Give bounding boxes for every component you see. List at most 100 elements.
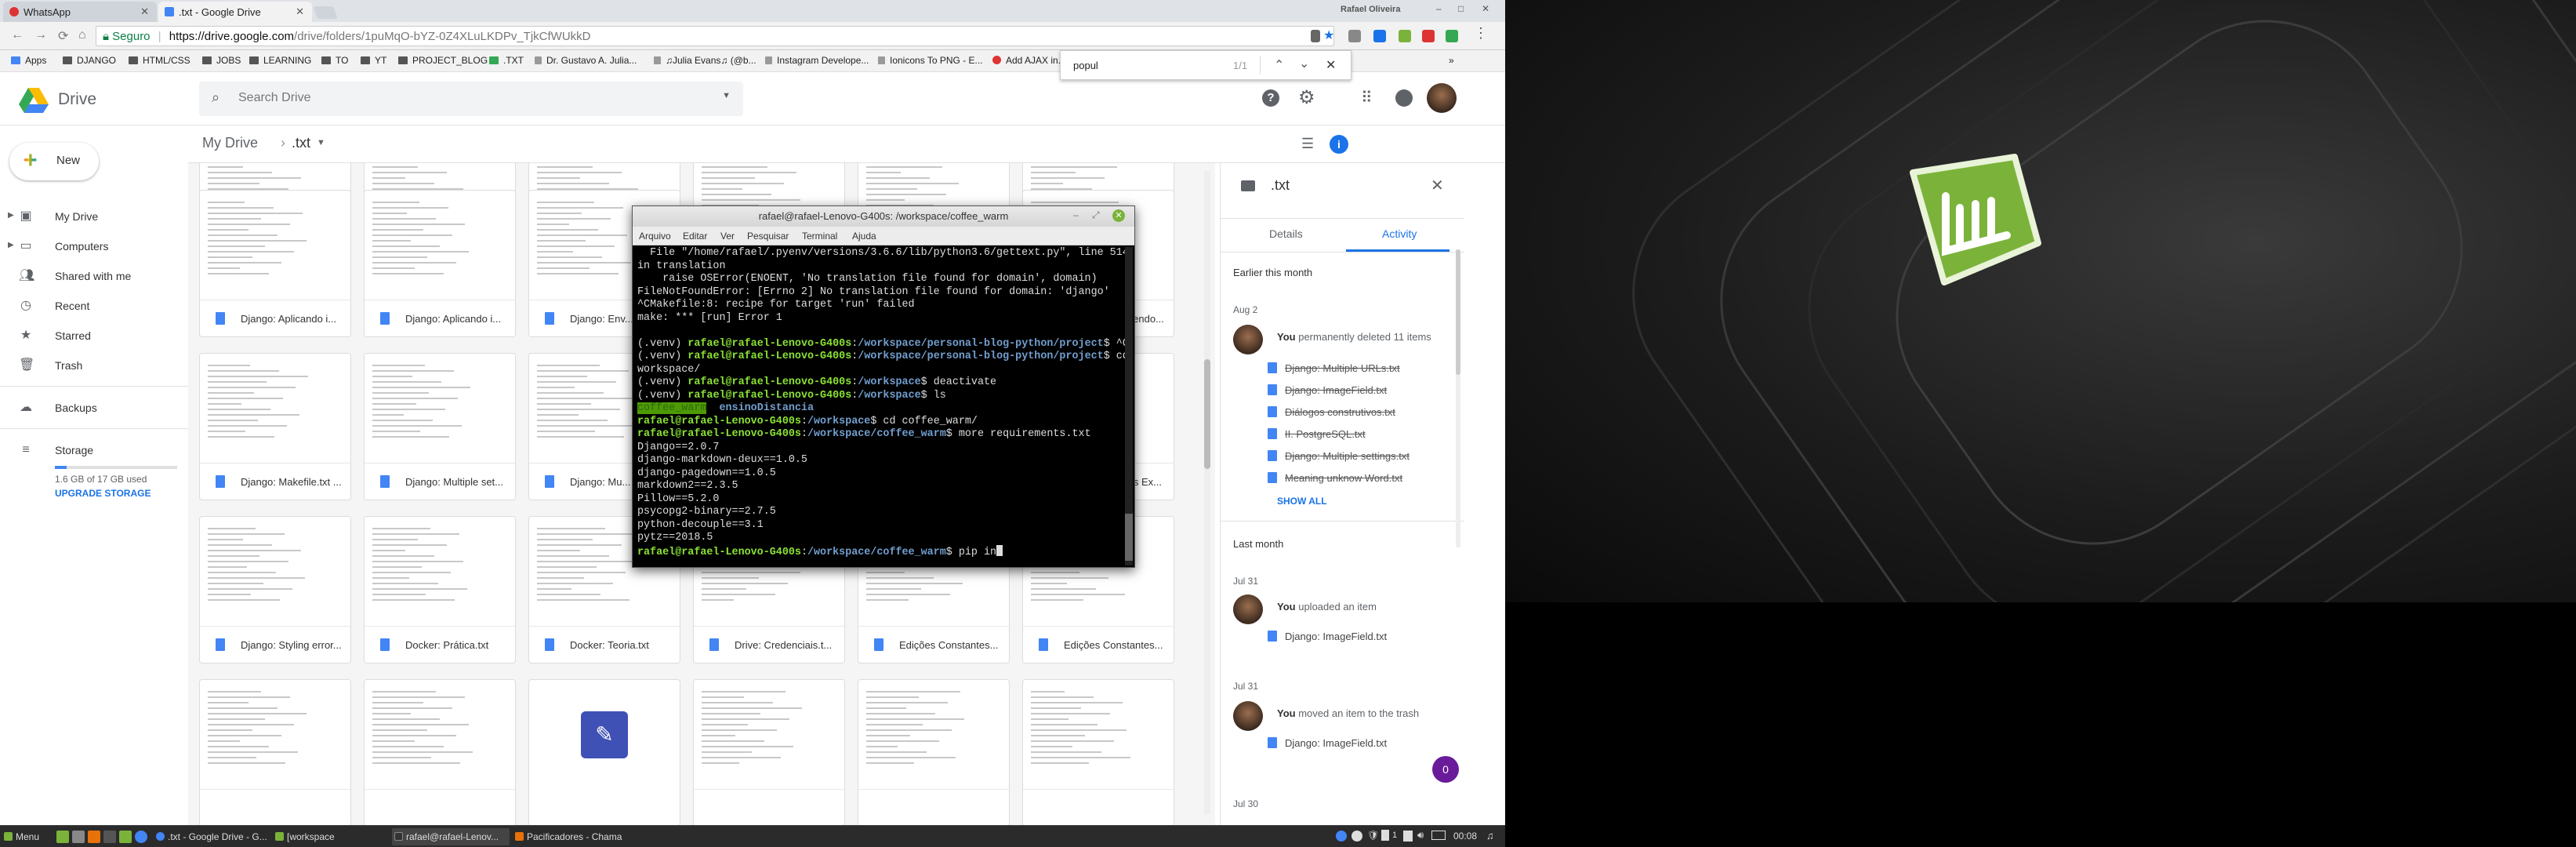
file-card[interactable]: ✎ [528, 679, 680, 825]
expand-arrow-icon[interactable]: ▶ [8, 211, 14, 220]
bookmark-star-icon[interactable]: ★ [1323, 27, 1334, 43]
expand-arrow-icon[interactable]: ▶ [8, 241, 14, 249]
extension-icon[interactable] [1446, 30, 1458, 42]
file-card[interactable] [858, 679, 1010, 825]
terminal-scrollbar-thumb[interactable] [1125, 514, 1133, 561]
account-avatar[interactable] [1427, 83, 1457, 113]
file-card[interactable]: Django: Aplicando i... [364, 190, 516, 337]
sidebar-item-my-drive[interactable]: ▶ ▣ My Drive [0, 202, 180, 231]
terminal-output[interactable]: File "/home/rafael/.pyenv/versions/3.6.6… [633, 245, 1134, 567]
menu-ajuda[interactable]: Ajuda [852, 231, 876, 242]
bookmark-folder[interactable]: PROJECT_BLOG [398, 55, 488, 66]
breadcrumb-current[interactable]: .txt [292, 135, 310, 151]
activity-item[interactable]: II. PostgreSQL.txt [1285, 428, 1366, 440]
volume-icon[interactable]: 🔊︎ [1417, 829, 1424, 842]
file-card[interactable]: Django: Styling error... [199, 516, 351, 663]
notifications-icon[interactable] [1395, 89, 1413, 107]
new-tab-button[interactable] [313, 6, 338, 19]
close-window-icon[interactable]: ✕ [1482, 3, 1489, 14]
sidebar-item-storage[interactable]: ≡ Storage [0, 436, 180, 464]
help-icon[interactable]: ? [1262, 89, 1279, 107]
activity-item[interactable]: Django: ImageField.txt [1285, 631, 1387, 642]
minimize-window-icon[interactable]: – [1436, 3, 1442, 14]
bookmark-folder[interactable]: JOBS [202, 55, 241, 66]
file-card[interactable] [693, 679, 845, 825]
folder-menu-icon[interactable]: ▼ [317, 138, 325, 147]
tab-whatsapp[interactable]: WhatsApp ✕ [3, 2, 157, 22]
activity-item[interactable]: Django: ImageField.txt [1285, 737, 1387, 749]
find-previous-icon[interactable]: ⌃ [1274, 57, 1284, 73]
file-card[interactable] [1022, 679, 1174, 825]
upgrade-storage-link[interactable]: UPGRADE STORAGE [55, 488, 151, 499]
grid-scrollbar-thumb[interactable] [1204, 359, 1210, 469]
bookmark-apps[interactable]: Apps [11, 55, 46, 66]
start-menu-button[interactable]: Menu [2, 828, 49, 845]
list-view-icon[interactable]: ☰ [1301, 136, 1314, 152]
terminal-titlebar[interactable]: rafael@rafael-Lenovo-G400s: /workspace/c… [633, 206, 1134, 227]
terminal-launcher-icon[interactable] [103, 831, 116, 843]
sidebar-item-starred[interactable]: ★ Starred [0, 322, 180, 350]
file-card[interactable]: Docker: Prática.txt [364, 516, 516, 663]
more-bookmarks-icon[interactable]: » [1449, 55, 1454, 66]
page-action-icon[interactable] [1311, 30, 1320, 42]
sidebar-item-shared-with-me[interactable]: 👥︎ Shared with me [0, 262, 180, 290]
maximize-window-icon[interactable]: □ [1458, 3, 1464, 14]
update-icon[interactable] [1381, 830, 1389, 841]
tray-icon[interactable]: 🛡︎ [1367, 830, 1379, 841]
forward-icon[interactable]: → [34, 28, 47, 42]
task-workspace[interactable]: [workspace [273, 828, 389, 845]
menu-editar[interactable]: Editar [683, 231, 707, 242]
file-card[interactable] [364, 679, 516, 825]
search-drive-input[interactable]: ⌕ Search Drive ▼ [199, 82, 743, 116]
tray-icon[interactable] [1351, 831, 1362, 842]
close-terminal-icon[interactable]: ✕ [1112, 209, 1125, 222]
file-card[interactable]: Django: Multiple set... [364, 353, 516, 500]
back-icon[interactable]: ← [11, 28, 24, 42]
close-details-icon[interactable]: ✕ [1431, 176, 1444, 195]
find-next-icon[interactable]: ⌄ [1299, 56, 1309, 71]
breadcrumb-root[interactable]: My Drive [202, 135, 258, 151]
bookmark-item[interactable]: Add AJAX in... [992, 55, 1066, 66]
tab-google-drive[interactable]: .txt - Google Drive ✕ [158, 2, 312, 22]
activity-item[interactable]: Django: Multiple URLs.txt [1285, 362, 1400, 374]
url-input[interactable]: 🔒︎ Seguro | https://drive.google.com/dri… [96, 26, 1334, 46]
menu-ver[interactable]: Ver [720, 231, 735, 242]
activity-item[interactable]: Django: Multiple settings.txt [1285, 450, 1410, 462]
show-desktop-icon[interactable] [56, 831, 69, 843]
workspace-switcher-icon[interactable]: ♫ [1486, 830, 1494, 842]
panel-scrollbar-thumb[interactable] [1456, 249, 1460, 375]
settings-gear-icon[interactable]: ⚙ [1298, 86, 1315, 109]
notification-badge[interactable]: 0 [1432, 756, 1459, 783]
battery-icon[interactable] [1431, 831, 1446, 840]
tab-activity[interactable]: Activity [1382, 227, 1417, 240]
file-card[interactable]: Django: Makefile.txt ... [199, 353, 351, 500]
activity-item[interactable]: Django: ImageField.txt [1285, 384, 1387, 396]
close-tab-icon[interactable]: ✕ [140, 5, 149, 18]
minimize-terminal-icon[interactable]: ‒ [1073, 209, 1079, 220]
bookmark-folder[interactable]: DJANGO [63, 55, 116, 66]
folder-launcher-icon[interactable] [119, 831, 132, 843]
network-icon[interactable] [1403, 831, 1413, 842]
files-launcher-icon[interactable] [72, 831, 85, 843]
bookmark-item[interactable]: Instagram Develope... [765, 55, 869, 66]
activity-item[interactable]: Diálogos construtivos.txt [1285, 406, 1395, 418]
close-tab-icon[interactable]: ✕ [296, 5, 304, 18]
task-chrome[interactable]: .txt - Google Drive - G... [154, 828, 270, 845]
panel-scrollbar[interactable] [1456, 249, 1460, 547]
home-icon[interactable]: ⌂ [78, 28, 86, 42]
file-card[interactable]: Django: Aplicando i... [199, 190, 351, 337]
tray-icon[interactable] [1336, 831, 1347, 842]
menu-terminal[interactable]: Terminal [802, 231, 837, 242]
sidebar-item-backups[interactable]: ☁ Backups [0, 394, 180, 422]
bookmark-folder[interactable]: LEARNING [249, 55, 311, 66]
show-all-link[interactable]: SHOW ALL [1277, 496, 1327, 507]
file-card[interactable] [199, 679, 351, 825]
reload-icon[interactable]: ⟳ [58, 28, 68, 44]
bookmark-item[interactable]: ♫Julia Evans♫ (@b... [654, 55, 756, 66]
bookmark-folder[interactable]: HTML/CSS [129, 55, 190, 66]
bookmark-item[interactable]: Dr. Gustavo A. Julia... [535, 55, 637, 66]
sidebar-item-computers[interactable]: ▶ ▭ Computers [0, 232, 180, 260]
new-button[interactable]: + New [9, 143, 99, 180]
apps-grid-icon[interactable]: ⠿ [1361, 88, 1373, 107]
firefox-launcher-icon[interactable] [88, 831, 100, 843]
